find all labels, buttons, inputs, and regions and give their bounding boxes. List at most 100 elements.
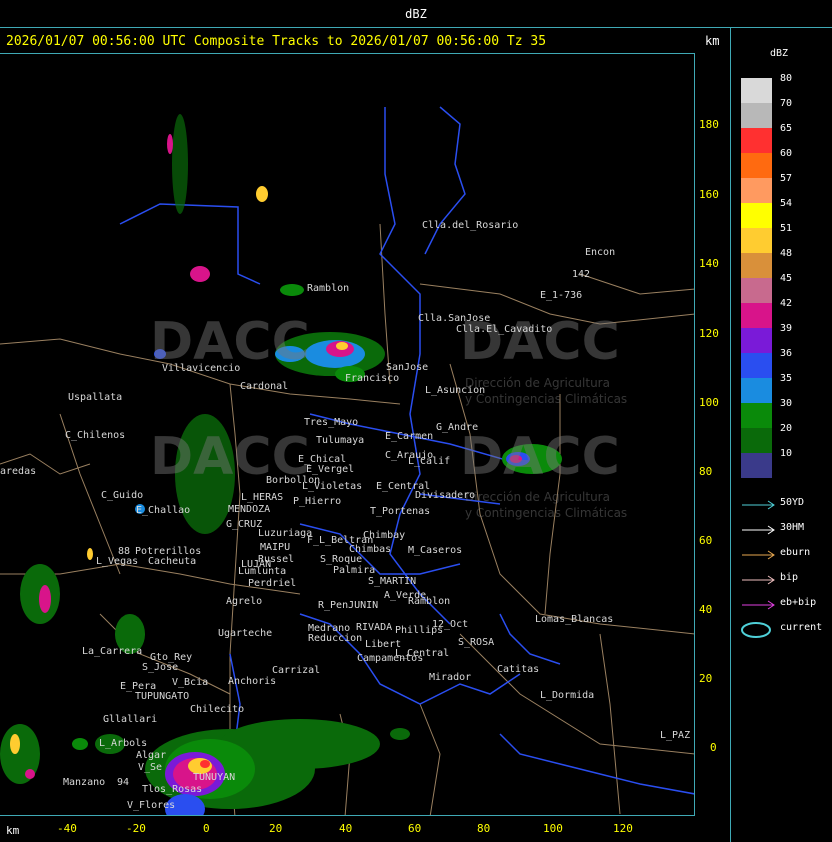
place-label: Tlos_Rosas: [142, 784, 203, 795]
legend-swatch-label: 35: [780, 373, 793, 384]
y-tick-label: 60: [699, 534, 713, 547]
track-legend-label: bip: [780, 572, 799, 583]
place-label: TUPUNGATO: [135, 691, 190, 702]
x-tick-label: 40: [339, 822, 353, 835]
track-legend-label: 30HM: [780, 522, 805, 533]
current-track-icon: [741, 622, 771, 638]
place-label: M_Caseros: [408, 545, 463, 556]
x-tick-label: 80: [477, 822, 491, 835]
place-label: Ugarteche: [218, 628, 273, 639]
track-legend-label: 50YD: [780, 497, 805, 508]
place-label: La_Carrera: [82, 646, 143, 657]
place-label: 12_Oct: [432, 619, 469, 630]
place-label: Villavicencio: [162, 363, 241, 374]
place-label: Perdriel: [248, 578, 297, 589]
place-label: V_Se: [138, 762, 163, 773]
place-label: Palmira: [333, 565, 376, 576]
place-label: G_CRUZ: [226, 519, 263, 530]
place-label: Mirador: [429, 672, 472, 683]
x-tick-label: 100: [543, 822, 563, 835]
place-label: Lumlunta: [238, 566, 287, 577]
place-label: L_Asuncion: [425, 385, 486, 396]
legend-swatch-label: 42: [780, 298, 793, 309]
place-label: Uspallata: [68, 392, 123, 403]
place-label: SanJose: [386, 362, 429, 373]
track-legend-label: eburn: [780, 547, 811, 558]
y-tick-label: 120: [699, 327, 719, 340]
legend-swatch: [741, 453, 772, 478]
track-arrow-icon: [742, 600, 775, 610]
legend-swatch: [741, 128, 772, 153]
legend-swatch-label: 36: [780, 348, 793, 359]
place-label: G_Andre: [436, 422, 479, 433]
y-tick-label: 0: [710, 741, 717, 754]
track-arrow-icon: [742, 525, 775, 535]
place-label: Campamentos: [357, 653, 424, 664]
legend-swatch-label: 65: [780, 123, 793, 134]
place-label: E_1-736: [540, 290, 583, 301]
place-label: L_Arbols: [99, 738, 148, 749]
y-tick-label: 20: [699, 672, 713, 685]
legend-swatch-label: 10: [780, 448, 793, 459]
x-tick-label: 120: [613, 822, 633, 835]
legend-swatch-label: 20: [780, 423, 793, 434]
place-label: E_Challao: [136, 505, 191, 516]
x-tick-label: -40: [57, 822, 77, 835]
composite-header: 2026/01/07 00:56:00 UTC Composite Tracks…: [6, 34, 547, 49]
x-tick-label: 0: [203, 822, 210, 835]
watermark-subtitle: Dirección de Agricultura: [465, 490, 610, 504]
legend-swatch: [741, 428, 772, 453]
place-label: Gllallari: [103, 714, 158, 725]
radar-map[interactable]: DACC DACC DACC DACC Dirección de Agricul…: [0, 53, 695, 816]
place-label: Clla.SanJose: [418, 313, 491, 324]
place-label: Algar: [136, 750, 167, 761]
y-tick-label: 80: [699, 465, 713, 478]
place-label: R_PenJUNIN: [318, 600, 379, 611]
place-label: S_ROSA: [458, 637, 495, 648]
place-label: Clla.El_Cavadito: [456, 324, 553, 335]
place-label: C_Chilenos: [65, 430, 126, 441]
legend-swatch: [741, 78, 772, 103]
place-label: Manzano: [63, 777, 106, 788]
place-label: RIVADA: [356, 622, 393, 633]
place-label: Chilecito: [190, 704, 245, 715]
legend-swatch: [741, 328, 772, 353]
place-label: 94: [117, 777, 130, 788]
y-tick-label: 40: [699, 603, 713, 616]
place-label: T_Portenas: [370, 506, 431, 517]
place-label: Luzuriaga: [258, 528, 313, 539]
watermark-subtitle: Dirección de Agricultura: [465, 376, 610, 390]
legend-swatch-label: 70: [780, 98, 793, 109]
legend-swatch: [741, 178, 772, 203]
place-label: S_Roque: [320, 554, 363, 565]
watermark-subtitle: y Contingencias Climáticas: [465, 392, 628, 406]
legend-swatch-label: 60: [780, 148, 793, 159]
legend-swatch: [741, 253, 772, 278]
place-label: MAIPU: [260, 542, 291, 553]
place-label: V_Flores: [127, 800, 176, 811]
place-label: C_Guido: [101, 490, 144, 501]
title-divider: [0, 27, 832, 28]
place-label: aredas: [0, 466, 37, 477]
place-label: L_Dormida: [540, 690, 595, 701]
place-label: Divisadero: [415, 490, 476, 501]
legend-title: dBZ: [770, 48, 789, 59]
place-label: TUNUYAN: [193, 772, 236, 783]
place-label: L_HERAS: [241, 492, 284, 503]
legend-swatch: [741, 403, 772, 428]
legend-swatch-label: 45: [780, 273, 793, 284]
place-label: E_Vergel: [306, 464, 355, 475]
place-label: E_Carmen: [385, 431, 434, 442]
place-label: Agrelo: [226, 596, 263, 607]
x-tick-label: 20: [269, 822, 283, 835]
place-label: Chimbay: [363, 530, 406, 541]
y-tick-label: 180: [699, 118, 719, 131]
place-label: Cardonal: [240, 381, 289, 392]
place-label: 142: [572, 269, 591, 280]
legend-swatch: [741, 228, 772, 253]
track-legend-label: current: [780, 622, 823, 633]
legend-swatch: [741, 278, 772, 303]
legend-swatch: [741, 378, 772, 403]
place-label: Reduccion: [308, 633, 363, 644]
watermark-subtitle: y Contingencias Climáticas: [465, 506, 628, 520]
